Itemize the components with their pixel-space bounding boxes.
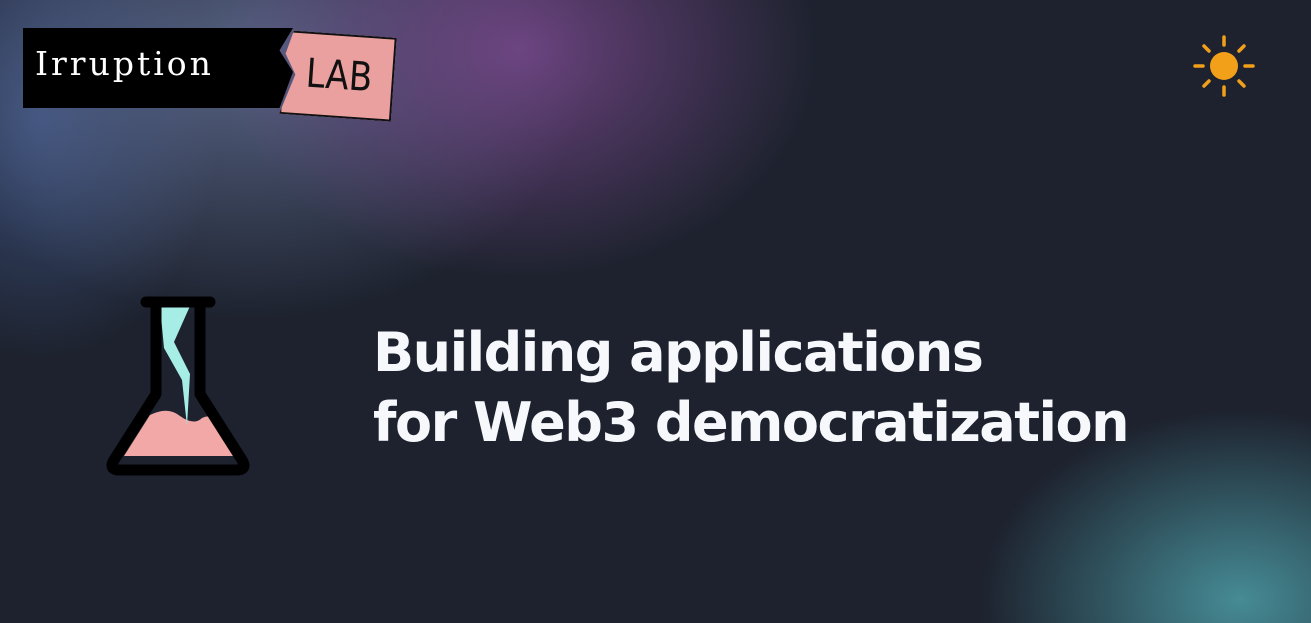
logo-wordmark: Irruption — [23, 28, 293, 108]
logo-wordmark-text: Irruption — [35, 44, 214, 83]
logo-lab-text: LAB — [304, 50, 374, 102]
sun-icon — [1193, 35, 1255, 97]
flask-illustration — [98, 290, 258, 480]
headline-line-2: for Web3 democratization — [373, 391, 1130, 454]
hero-headline: Building applications for Web3 democrati… — [373, 318, 1130, 458]
logo-lab-badge: LAB — [279, 30, 397, 122]
flask-icon — [106, 296, 250, 476]
theme-toggle-button[interactable] — [1191, 34, 1257, 98]
irruption-lab-logo[interactable]: Irruption LAB — [23, 28, 395, 124]
headline-line-1: Building applications — [373, 321, 984, 384]
